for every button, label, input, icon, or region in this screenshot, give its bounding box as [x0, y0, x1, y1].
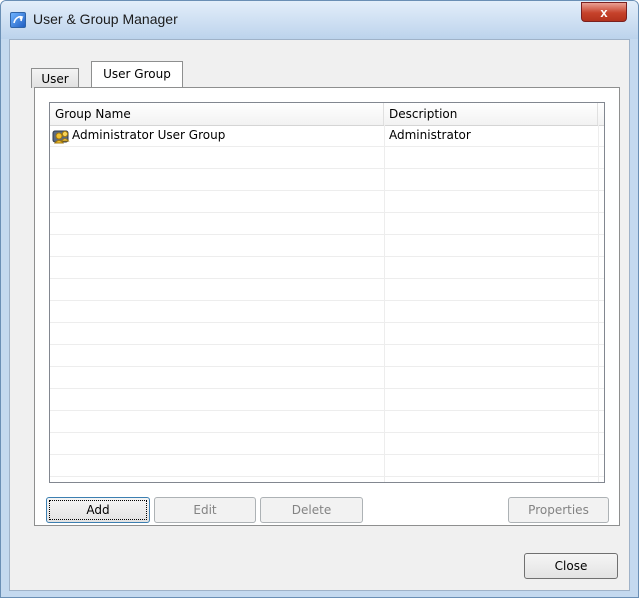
row-line: [50, 256, 604, 257]
properties-button[interactable]: Properties: [508, 497, 609, 523]
title-bar[interactable]: User & Group Manager x: [1, 1, 638, 39]
row-line: [50, 234, 604, 235]
row-line: [50, 168, 604, 169]
edit-button[interactable]: Edit: [154, 497, 256, 523]
row-line: [50, 278, 604, 279]
row-line: [50, 454, 604, 455]
row-line: [50, 388, 604, 389]
row-line: [50, 476, 604, 477]
column-header-group-name[interactable]: Group Name: [50, 103, 384, 125]
cell-description: Administrator: [389, 128, 471, 142]
user-group-manager-window: User & Group Manager x User User Group G…: [0, 0, 639, 598]
window-title: User & Group Manager: [33, 11, 178, 27]
column-divider: [384, 125, 385, 482]
list-rows: Administrator User Group Administrator: [50, 125, 604, 482]
row-line: [50, 432, 604, 433]
row-line: [50, 300, 604, 301]
row-line: [50, 344, 604, 345]
row-line: [50, 146, 604, 147]
cell-group-name: Administrator User Group: [52, 125, 382, 146]
group-name-text: Administrator User Group: [72, 128, 226, 142]
user-group-tab-panel: Group Name Description Administrator Use…: [34, 87, 620, 526]
table-row[interactable]: Administrator User Group Administrator: [50, 125, 604, 146]
row-line: [50, 410, 604, 411]
app-icon: [10, 12, 26, 28]
row-line: [50, 366, 604, 367]
delete-button[interactable]: Delete: [260, 497, 363, 523]
add-button[interactable]: Add: [46, 497, 150, 523]
column-header-description[interactable]: Description: [384, 103, 598, 125]
tab-user-group[interactable]: User Group: [91, 61, 183, 89]
user-group-icon: [52, 127, 72, 145]
close-button[interactable]: Close: [524, 553, 618, 579]
row-line: [50, 190, 604, 191]
list-header: Group Name Description: [50, 103, 604, 126]
column-divider: [598, 125, 599, 482]
row-line: [50, 212, 604, 213]
row-line: [50, 322, 604, 323]
tab-user[interactable]: User: [31, 68, 79, 88]
window-close-button[interactable]: x: [581, 2, 627, 22]
group-list-view[interactable]: Group Name Description Administrator Use…: [49, 102, 605, 483]
dialog-client-area: User User Group Group Name Description A…: [9, 39, 630, 591]
column-header-filler: [598, 103, 604, 125]
